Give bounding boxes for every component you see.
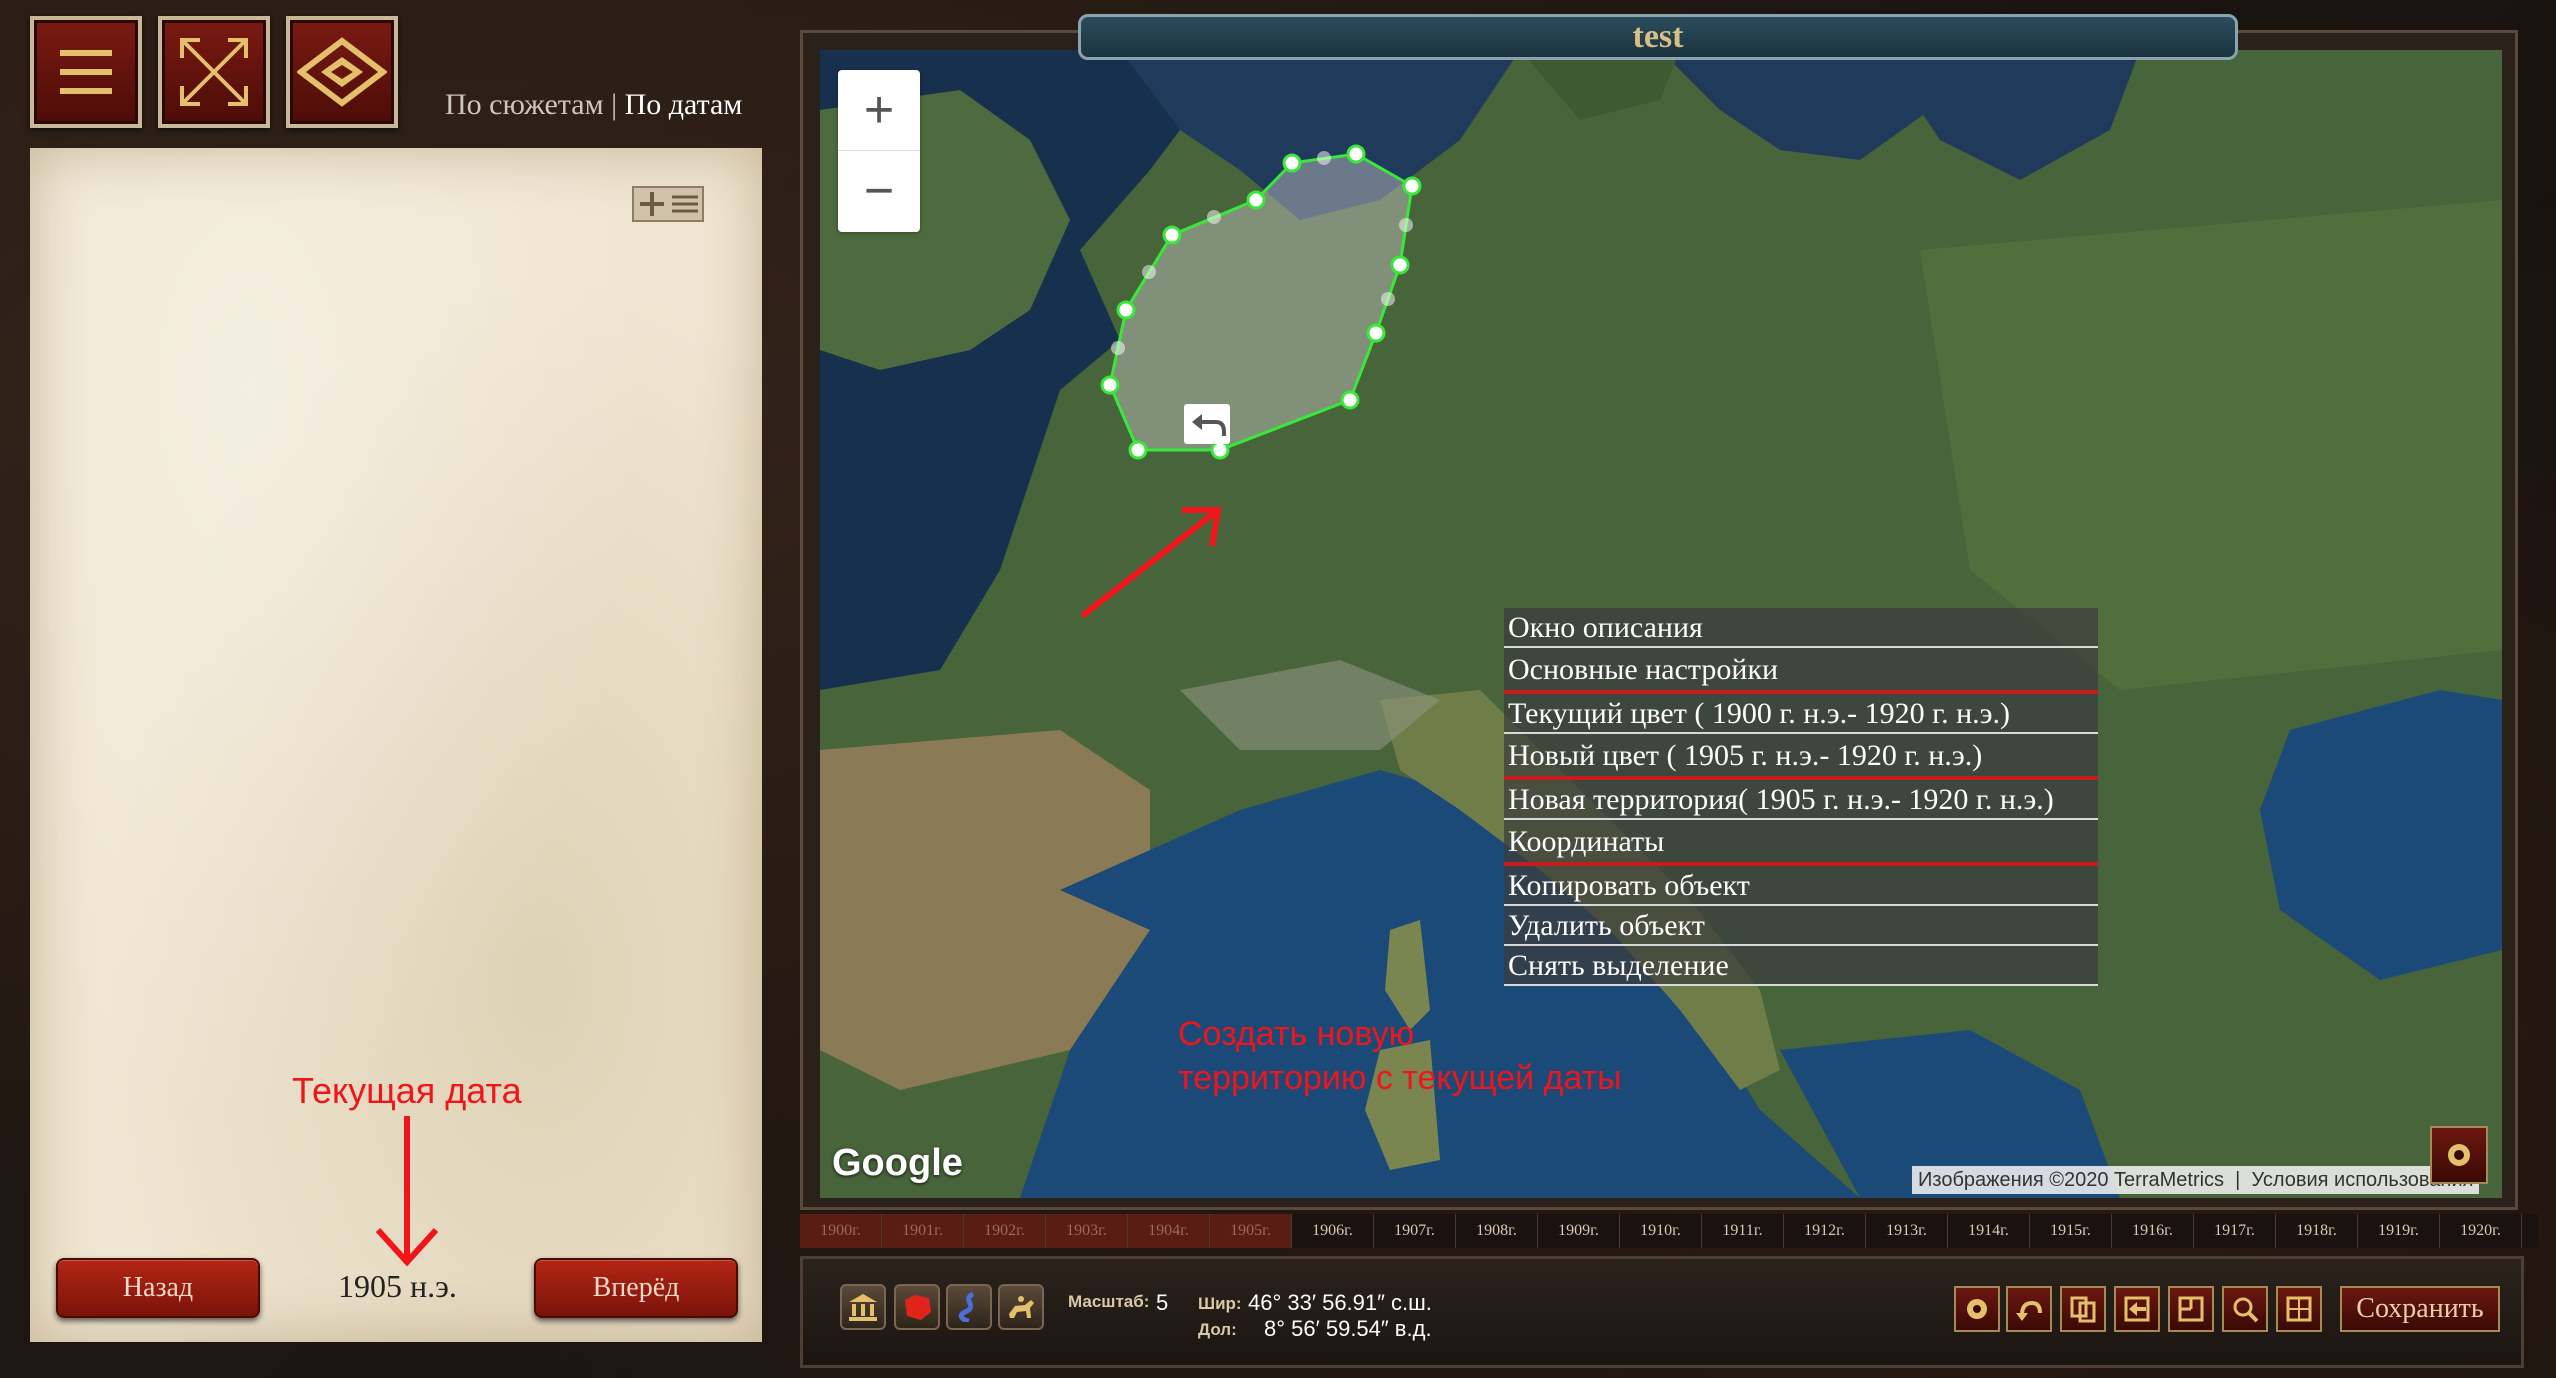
copy-button[interactable] xyxy=(2060,1286,2106,1332)
timeline-year[interactable]: 1909г. xyxy=(1538,1214,1620,1248)
timeline[interactable]: 1900г. 1901г. 1902г. 1903г. 1904г. 1905г. 1906… xyxy=(800,1214,2538,1248)
longitude-label: Дол: xyxy=(1198,1320,1237,1339)
zoom-out-button[interactable]: − xyxy=(838,151,920,231)
down-arrow-annotation xyxy=(375,1116,439,1267)
timeline-year[interactable]: 1911г. xyxy=(1702,1214,1784,1248)
timeline-year[interactable]: 1904г. xyxy=(1128,1214,1210,1248)
zoom-in-button[interactable]: + xyxy=(838,70,920,151)
hamburger-icon xyxy=(60,50,112,94)
timeline-year[interactable]: 1913г. xyxy=(1866,1214,1948,1248)
menu-item-copy[interactable]: Копировать объект xyxy=(1504,866,2098,906)
attribution-text: Изображения ©2020 TerraMetrics xyxy=(1918,1169,2225,1191)
scale-value: 5 xyxy=(1156,1290,1169,1315)
timeline-year[interactable]: 1905г. xyxy=(1210,1214,1292,1248)
timeline-year[interactable]: 1903г. xyxy=(1046,1214,1128,1248)
create-territory-annotation-line1: Создать новую xyxy=(1178,1015,1415,1053)
menu-item-description[interactable]: Окно описания xyxy=(1504,608,2098,648)
territory-tool-button[interactable] xyxy=(894,1284,940,1330)
timeline-year[interactable]: 1910г. xyxy=(1620,1214,1702,1248)
grid-button[interactable] xyxy=(2276,1286,2322,1332)
mode-switch: По сюжетам | По датам xyxy=(445,88,742,122)
zoom-control: + − xyxy=(838,70,920,232)
create-territory-annotation: Создать новую территорию с текущей даты xyxy=(1178,1012,1622,1100)
undo-icon xyxy=(2016,1300,2042,1321)
timeline-year[interactable]: 1918г. xyxy=(2276,1214,2358,1248)
fullscreen-button[interactable] xyxy=(158,16,270,128)
target-icon xyxy=(2448,1144,2470,1166)
timeline-year[interactable]: 1920г. xyxy=(2440,1214,2522,1248)
target-icon xyxy=(1967,1299,1987,1319)
expand-list-button[interactable] xyxy=(632,186,704,222)
museum-icon xyxy=(849,1294,877,1321)
timeline-year[interactable]: 1919г. xyxy=(2358,1214,2440,1248)
timeline-year[interactable]: 1915г. xyxy=(2030,1214,2112,1248)
timeline-year[interactable]: 1902г. xyxy=(964,1214,1046,1248)
river-icon xyxy=(958,1292,975,1322)
create-territory-annotation-line2: территорию с текущей даты xyxy=(1178,1059,1622,1097)
current-date-annotation: Текущая дата xyxy=(292,1070,522,1111)
search-button[interactable] xyxy=(2222,1286,2268,1332)
plus-list-icon xyxy=(640,192,698,216)
back-button[interactable]: Назад xyxy=(56,1258,260,1318)
map-attribution: Изображения ©2020 TerraMetrics | Условия… xyxy=(1912,1166,2480,1194)
grid-icon xyxy=(2286,1296,2312,1322)
menu-item-new-territory[interactable]: Новая территория( 1905 г. н.э.- 1920 г. … xyxy=(1504,780,2098,820)
menu-item-delete[interactable]: Удалить объект xyxy=(1504,906,2098,946)
import-icon xyxy=(2124,1296,2150,1322)
menu-item-new-color[interactable]: Новый цвет ( 1905 г. н.э.- 1920 г. н.э.) xyxy=(1504,734,2098,780)
mode-plots-link[interactable]: По сюжетам xyxy=(445,88,604,121)
map-title: test xyxy=(1078,14,2238,60)
import-button[interactable] xyxy=(2114,1286,2160,1332)
google-logo: Google xyxy=(832,1142,963,1184)
menu-item-coordinates[interactable]: Координаты xyxy=(1504,820,2098,866)
menu-item-deselect[interactable]: Снять выделение xyxy=(1504,946,2098,986)
undo-button[interactable] xyxy=(2006,1286,2052,1332)
latitude-label: Шир: xyxy=(1198,1294,1242,1313)
map-layer-button[interactable] xyxy=(2430,1126,2488,1184)
current-date: 1905 н.э. xyxy=(338,1268,457,1304)
river-tool-button[interactable] xyxy=(946,1284,992,1330)
timeline-year[interactable]: 1901г. xyxy=(882,1214,964,1248)
timeline-year[interactable]: 1908г. xyxy=(1456,1214,1538,1248)
menu-item-settings[interactable]: Основные настройки xyxy=(1504,648,2098,694)
location-button[interactable] xyxy=(286,16,398,128)
timeline-year[interactable]: 1907г. xyxy=(1374,1214,1456,1248)
target-tool-button[interactable] xyxy=(1954,1286,2000,1332)
context-menu: Окно описания Основные настройки Текущий… xyxy=(1504,608,2098,986)
menu-button[interactable] xyxy=(30,16,142,128)
layout-icon xyxy=(2178,1296,2204,1322)
timeline-year[interactable]: 1906г. xyxy=(1292,1214,1374,1248)
layout-button[interactable] xyxy=(2168,1286,2214,1332)
scale-label: Масштаб: xyxy=(1068,1292,1150,1311)
horse-rider-icon xyxy=(1009,1296,1034,1318)
search-icon xyxy=(2233,1297,2259,1323)
timeline-year[interactable]: 1914г. xyxy=(1948,1214,2030,1248)
timeline-year[interactable]: 1916г. xyxy=(2112,1214,2194,1248)
eye-diamond-icon xyxy=(297,37,387,107)
save-button[interactable]: Сохранить xyxy=(2340,1286,2500,1332)
longitude-value: 8° 56′ 59.54″ в.д. xyxy=(1264,1316,1432,1341)
mode-dates-link[interactable]: По датам xyxy=(625,88,743,121)
latitude-value: 46° 33′ 56.91″ с.ш. xyxy=(1248,1290,1432,1315)
mode-separator: | xyxy=(611,88,618,121)
menu-item-current-color[interactable]: Текущий цвет ( 1900 г. н.э.- 1920 г. н.э… xyxy=(1504,694,2098,734)
timeline-year[interactable]: 1917г. xyxy=(2194,1214,2276,1248)
museum-button[interactable] xyxy=(840,1284,886,1330)
copy-icon xyxy=(2070,1296,2096,1323)
army-tool-button[interactable] xyxy=(998,1284,1044,1330)
timeline-year[interactable]: 1912г. xyxy=(1784,1214,1866,1248)
forward-button[interactable]: Вперёд xyxy=(534,1258,738,1318)
timeline-year[interactable]: 1900г. xyxy=(800,1214,882,1248)
expand-icon xyxy=(180,38,248,106)
territory-shape-icon xyxy=(905,1295,931,1320)
